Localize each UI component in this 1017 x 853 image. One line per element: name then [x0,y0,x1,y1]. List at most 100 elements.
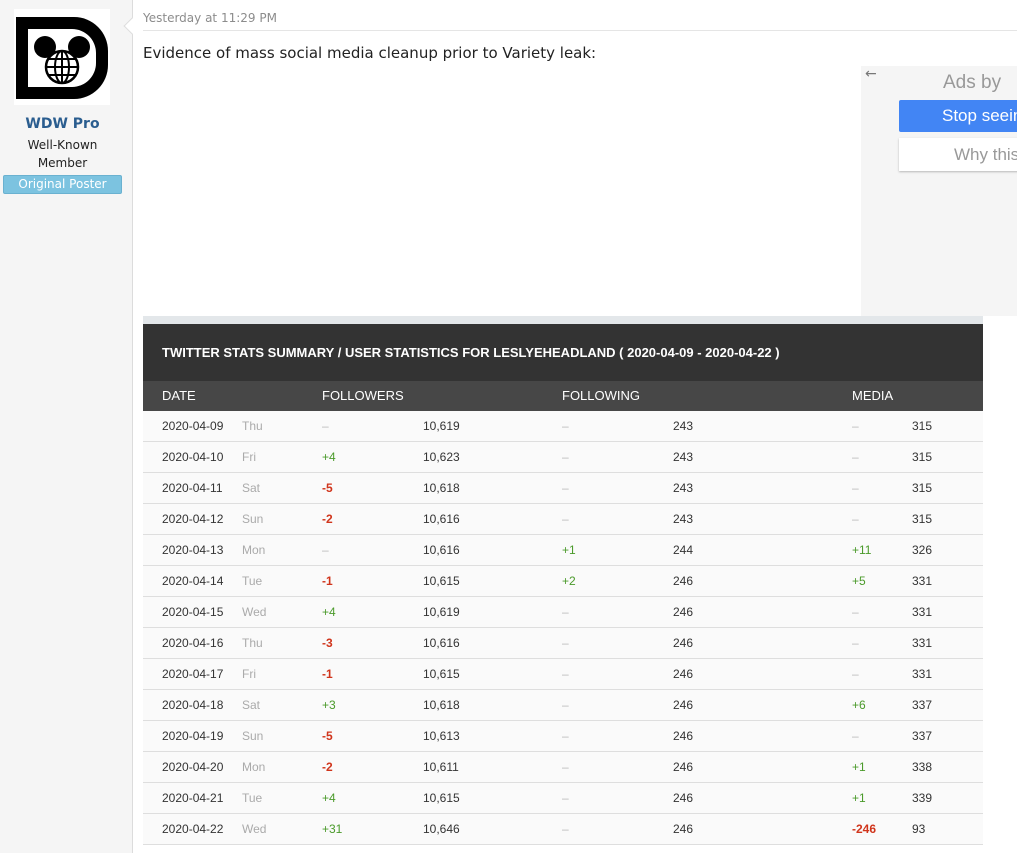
header-date: DATE [162,381,196,411]
table-top-strip [143,316,983,324]
cell-date: 2020-04-11 [162,473,223,503]
cell-followers-change: -2 [322,752,333,782]
cell-following-change: – [562,411,569,441]
header-followers: FOLLOWERS [322,381,404,411]
cell-followers-change: +3 [322,690,336,720]
cell-following: 246 [673,597,693,627]
cell-date: 2020-04-12 [162,504,223,534]
post-timestamp[interactable]: Yesterday at 11:29 PM [143,11,277,25]
cell-media-change: +5 [852,566,866,596]
cell-followers: 10,611 [423,752,459,782]
cell-followers: 10,616 [423,535,460,565]
cell-media: 315 [912,473,932,503]
cell-followers: 10,618 [423,690,460,720]
table-row: 2020-04-16Thu-310,616–246–331 [143,628,983,659]
cell-media-change: +1 [852,752,866,782]
table-row: 2020-04-10Fri+410,623–243–315 [143,442,983,473]
cell-following-change: – [562,473,569,503]
why-this-ad-button[interactable]: Why this ad? [899,138,1017,171]
cell-followers-change: -2 [322,504,333,534]
cell-day: Wed [242,814,266,844]
cell-followers-change: +4 [322,442,336,472]
cell-day: Mon [242,752,265,782]
cell-following-change: +1 [562,535,576,565]
twitter-stats-table: TWITTER STATS SUMMARY / USER STATISTICS … [143,316,983,845]
cell-date: 2020-04-17 [162,659,223,689]
cell-following-change: – [562,659,569,689]
cell-media-change: +11 [852,535,871,565]
cell-day: Mon [242,535,265,565]
cell-media-change: – [852,659,859,689]
stop-seeing-ad-button[interactable]: Stop seeing this ad [899,100,1017,132]
cell-date: 2020-04-14 [162,566,223,596]
cell-day: Sun [242,721,263,751]
cell-day: Fri [242,442,256,472]
table-row: 2020-04-18Sat+310,618–246+6337 [143,690,983,721]
cell-date: 2020-04-21 [162,783,223,813]
original-poster-badge: Original Poster [3,175,122,194]
cell-date: 2020-04-22 [162,814,223,844]
cell-following: 246 [673,783,693,813]
cell-followers: 10,613 [423,721,460,751]
cell-followers-change: +4 [322,783,336,813]
cell-date: 2020-04-09 [162,411,223,441]
cell-date: 2020-04-20 [162,752,223,782]
table-row: 2020-04-11Sat-510,618–243–315 [143,473,983,504]
disney-world-logo-icon [14,9,110,105]
cell-day: Sat [242,690,260,720]
cell-date: 2020-04-13 [162,535,223,565]
cell-following: 246 [673,659,693,689]
avatar[interactable] [14,9,110,105]
cell-day: Thu [242,411,263,441]
cell-date: 2020-04-18 [162,690,223,720]
cell-followers: 10,615 [423,566,460,596]
cell-media: 331 [912,628,932,658]
cell-media-change: +6 [852,690,866,720]
cell-followers: 10,615 [423,783,460,813]
cell-media: 338 [912,752,932,782]
table-row: 2020-04-12Sun-210,616–243–315 [143,504,983,535]
cell-date: 2020-04-15 [162,597,223,627]
cell-followers-change: +4 [322,597,336,627]
cell-followers-change: – [322,411,329,441]
cell-day: Sat [242,473,260,503]
cell-following-change: – [562,721,569,751]
cell-following: 246 [673,814,693,844]
cell-day: Thu [242,628,263,658]
table-row: 2020-04-13Mon–10,616+1244+11326 [143,535,983,566]
cell-following: 246 [673,566,693,596]
cell-following-change: – [562,442,569,472]
cell-following: 243 [673,504,693,534]
cell-followers: 10,616 [423,628,460,658]
cell-followers: 10,619 [423,597,460,627]
cell-followers-change: – [322,535,329,565]
table-row: 2020-04-19Sun-510,613–246–337 [143,721,983,752]
cell-media: 326 [912,535,932,565]
cell-media: 331 [912,597,932,627]
cell-following: 243 [673,473,693,503]
divider [143,30,1017,31]
cell-following: 246 [673,721,693,751]
cell-date: 2020-04-19 [162,721,223,751]
cell-followers: 10,623 [423,442,460,472]
cell-following: 246 [673,628,693,658]
cell-followers-change: -5 [322,721,333,751]
cell-media: 331 [912,566,932,596]
user-sidebar: WDW Pro Well-Known Member Original Poste… [0,0,133,853]
user-title-text: Well-Known Member [28,138,98,170]
cell-media-change: – [852,473,859,503]
cell-media: 315 [912,504,932,534]
cell-media-change: – [852,628,859,658]
cell-day: Sun [242,504,263,534]
cell-day: Fri [242,659,256,689]
header-following: FOLLOWING [562,381,640,411]
username-link[interactable]: WDW Pro [0,116,125,132]
back-arrow-icon[interactable]: ← [865,66,877,82]
table-row: 2020-04-22Wed+3110,646–246-24693 [143,814,983,845]
cell-followers-change: -1 [322,566,333,596]
cell-media: 315 [912,411,932,441]
user-title: Well-Known Member [0,136,125,172]
cell-followers: 10,618 [423,473,460,503]
cell-followers-change: +31 [322,814,342,844]
cell-followers-change: -3 [322,628,333,658]
